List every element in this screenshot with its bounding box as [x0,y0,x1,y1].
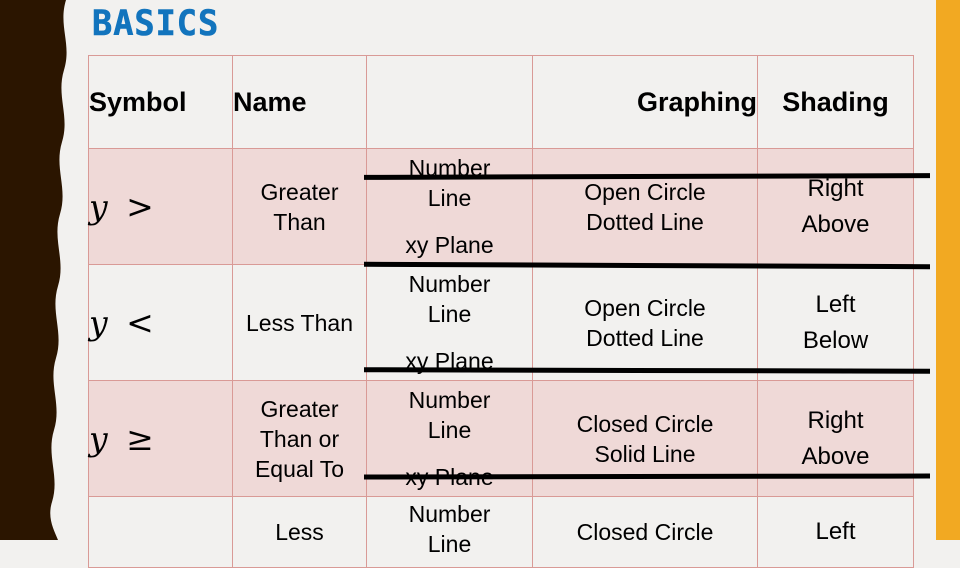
linetype-secondary: xy Plane [405,232,494,258]
graphing-line-2: Dotted Line [586,324,704,351]
header-name: Name [232,55,367,149]
cell-graphing: Open Circle Dotted Line [532,148,758,265]
cell-symbol [88,496,233,568]
cell-name: Greater Than [232,148,367,265]
shading-line-1: Left [815,518,856,545]
header-graphing: Graphing [532,55,758,149]
table-row: Less Number Line Closed Circle Left [88,496,914,568]
basics-table: Symbol Name Graphing Shading y > Greater… [88,55,914,568]
cell-shading: Right Above [757,148,914,265]
linetype-primary: Number Line [408,387,491,443]
graphing-line-1: Open Circle [584,178,706,205]
header-shading: Shading [757,55,914,149]
cell-linetype: Number Line xy Plane [366,264,533,381]
shading-line-1: Left [815,290,856,318]
cell-linetype: Number Line [366,496,533,568]
shading-line-2: Below [802,326,869,354]
cell-shading: Right Above [757,380,914,497]
cell-name: Less [232,496,367,568]
header-blank [366,55,533,149]
symbol-operator: > [126,187,158,226]
cell-name: Less Than [232,264,367,381]
cell-symbol: y < [88,264,233,381]
cell-symbol: y > [88,148,233,265]
symbol-operator: ≥ [126,419,158,458]
cell-shading: Left [757,496,914,568]
header-symbol: Symbol [88,55,233,149]
graphing-line-2: Solid Line [594,440,696,467]
graphing-line-1: Open Circle [584,294,706,321]
cell-shading: Left Below [757,264,914,381]
cell-name: Greater Than or Equal To [232,380,367,497]
shading-line-2: Above [801,210,870,238]
shading-line-1: Right [807,406,864,434]
symbol-variable: y [89,303,112,342]
left-edge-decoration [0,0,67,540]
table-header-row: Symbol Name Graphing Shading [88,55,914,149]
symbol-variable: y [89,419,112,458]
graphing-line-1: Closed Circle [576,519,714,545]
linetype-primary: Number Line [408,271,491,327]
graphing-line-1: Closed Circle [576,410,714,437]
cell-graphing: Closed Circle [532,496,758,568]
symbol-variable: y [89,187,112,226]
page-title: BASICS [92,4,220,45]
cell-graphing: Open Circle Dotted Line [532,264,758,381]
shading-line-2: Above [801,442,870,470]
table-row: y > Greater Than Number Line xy Plane Op… [88,148,914,265]
table-row: y < Less Than Number Line xy Plane Open … [88,264,914,381]
overlay-rule [363,473,931,480]
basics-table-container: Symbol Name Graphing Shading y > Greater… [88,55,914,568]
cell-linetype: Number Line xy Plane [366,148,533,265]
linetype-primary: Number Line [408,155,491,211]
linetype-primary: Number Line [408,501,491,557]
cell-symbol: y ≥ [88,380,233,497]
right-edge-accent-bar [936,0,960,540]
graphing-line-2: Dotted Line [586,208,704,235]
symbol-operator: < [126,303,158,342]
